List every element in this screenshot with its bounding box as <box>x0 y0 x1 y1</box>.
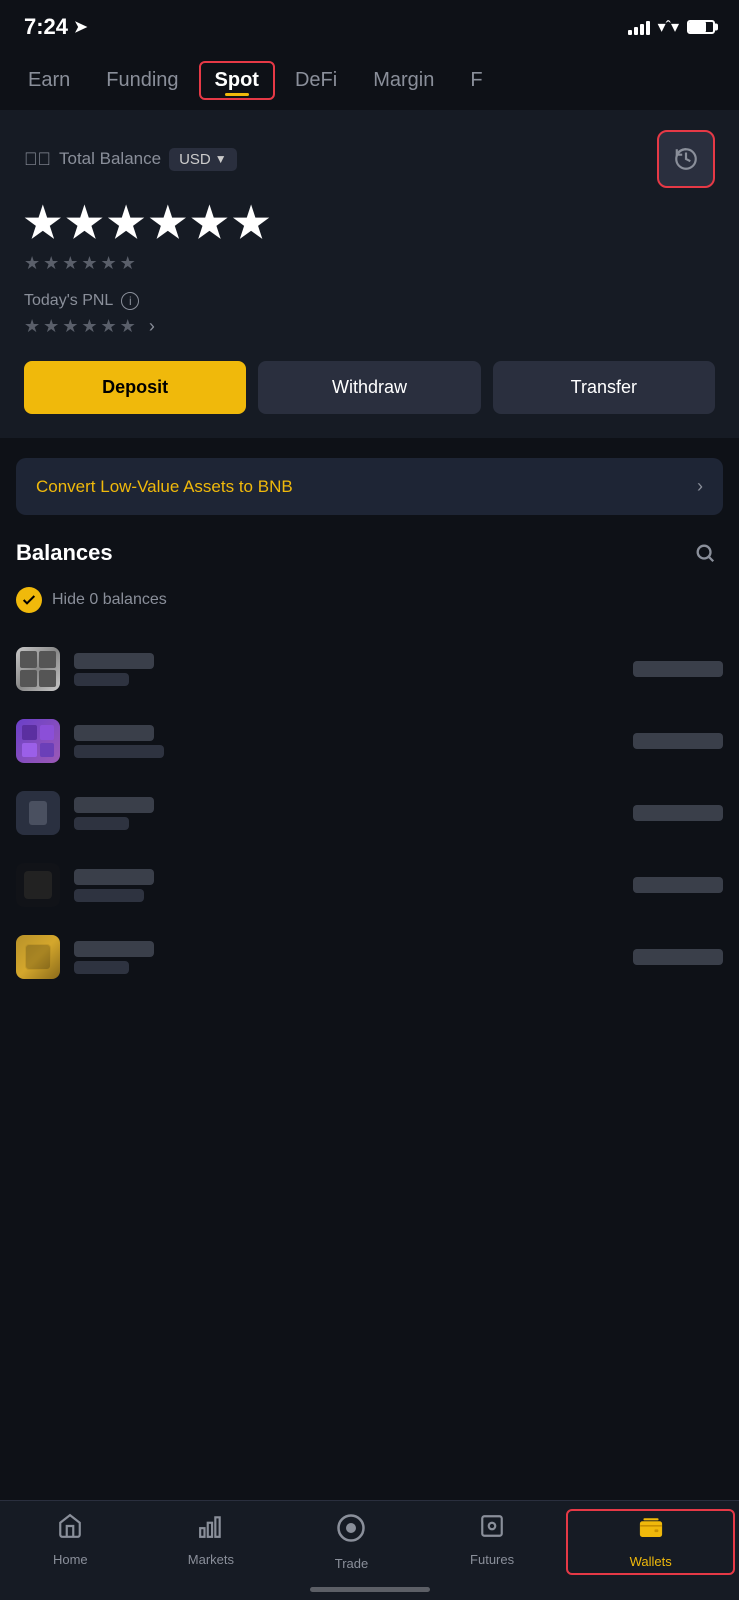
nav-markets[interactable]: Markets <box>141 1513 282 1567</box>
asset-icon <box>16 935 60 979</box>
balances-section: Balances Hide 0 balances <box>0 535 739 993</box>
asset-sub <box>74 961 129 974</box>
status-icons: ▾ˆ▾ <box>628 17 715 37</box>
asset-sub <box>74 817 129 830</box>
balance-sub-value: ★★★★★★ <box>24 253 715 274</box>
balances-title: Balances <box>16 540 113 566</box>
asset-value-display <box>633 805 723 821</box>
asset-icon <box>16 719 60 763</box>
asset-name <box>74 653 154 669</box>
asset-value-display <box>633 877 723 893</box>
convert-text: Convert Low-Value Assets to BNB <box>36 477 293 497</box>
wallets-icon <box>638 1515 664 1548</box>
transfer-button[interactable]: Transfer <box>493 361 715 414</box>
asset-info <box>74 941 619 974</box>
tab-spot[interactable]: Spot <box>199 61 275 100</box>
convert-banner[interactable]: Convert Low-Value Assets to BNB › <box>16 458 723 515</box>
futures-icon <box>479 1513 505 1546</box>
status-bar: 7:24 ➤ ▾ˆ▾ <box>0 0 739 50</box>
history-button[interactable] <box>657 130 715 188</box>
asset-name <box>74 797 154 813</box>
list-item[interactable] <box>16 777 723 849</box>
tab-earn[interactable]: Earn <box>12 61 86 100</box>
eye-slash-icon: 👁⃗ <box>24 149 51 170</box>
asset-icon <box>16 647 60 691</box>
bottom-navigation: Home Markets Trade Futures <box>0 1500 739 1600</box>
status-time: 7:24 ➤ <box>24 14 87 40</box>
tab-margin[interactable]: Margin <box>357 61 450 100</box>
pnl-chevron-icon[interactable]: › <box>149 316 155 337</box>
asset-info <box>74 653 619 686</box>
battery-icon <box>687 20 715 34</box>
withdraw-button[interactable]: Withdraw <box>258 361 480 414</box>
balance-label: 👁⃗ Total Balance USD ▼ <box>24 148 237 171</box>
asset-info <box>74 797 619 830</box>
asset-name <box>74 869 154 885</box>
tab-f[interactable]: F <box>454 61 498 100</box>
asset-icon <box>16 791 60 835</box>
tab-defi[interactable]: DeFi <box>279 61 353 100</box>
trade-icon <box>336 1513 366 1550</box>
asset-name <box>74 725 154 741</box>
balance-value: ★★★★★★ <box>24 198 715 247</box>
asset-value-display <box>633 733 723 749</box>
list-item[interactable] <box>16 633 723 705</box>
asset-icon <box>16 863 60 907</box>
asset-info <box>74 725 619 758</box>
nav-wallets[interactable]: Wallets <box>566 1509 735 1575</box>
home-indicator <box>310 1587 430 1592</box>
asset-sub <box>74 889 144 902</box>
deposit-button[interactable]: Deposit <box>24 361 246 414</box>
asset-info <box>74 869 619 902</box>
home-icon <box>57 1513 83 1546</box>
asset-value-display <box>633 661 723 677</box>
list-item[interactable] <box>16 921 723 993</box>
pnl-value: ★★★★★★ <box>24 316 139 337</box>
asset-list <box>16 633 723 993</box>
pnl-info-icon[interactable]: i <box>121 292 139 310</box>
nav-futures[interactable]: Futures <box>422 1513 563 1567</box>
asset-sub <box>74 745 164 758</box>
asset-value-display <box>633 949 723 965</box>
signal-icon <box>628 19 650 35</box>
markets-icon <box>198 1513 224 1546</box>
nav-trade[interactable]: Trade <box>281 1513 422 1571</box>
pnl-label: Today's PNL <box>24 292 113 310</box>
balance-section: 👁⃗ Total Balance USD ▼ ★★★★★★ ★★★★★★ Tod… <box>0 110 739 438</box>
location-icon: ➤ <box>74 17 87 37</box>
currency-selector[interactable]: USD ▼ <box>169 148 237 171</box>
asset-sub <box>74 673 129 686</box>
list-item[interactable] <box>16 705 723 777</box>
asset-name <box>74 941 154 957</box>
tab-funding[interactable]: Funding <box>90 61 194 100</box>
tab-navigation: Earn Funding Spot DeFi Margin F <box>0 50 739 110</box>
nav-markets-label: Markets <box>188 1552 234 1567</box>
convert-chevron-icon: › <box>697 476 703 497</box>
list-item[interactable] <box>16 849 723 921</box>
nav-home[interactable]: Home <box>0 1513 141 1567</box>
hide-zero-toggle[interactable] <box>16 587 42 613</box>
nav-wallets-label: Wallets <box>630 1554 672 1569</box>
hide-zero-label: Hide 0 balances <box>52 591 167 609</box>
nav-futures-label: Futures <box>470 1552 514 1567</box>
wifi-icon: ▾ˆ▾ <box>658 17 679 37</box>
balances-search-button[interactable] <box>687 535 723 571</box>
nav-home-label: Home <box>53 1552 88 1567</box>
nav-trade-label: Trade <box>335 1556 368 1571</box>
